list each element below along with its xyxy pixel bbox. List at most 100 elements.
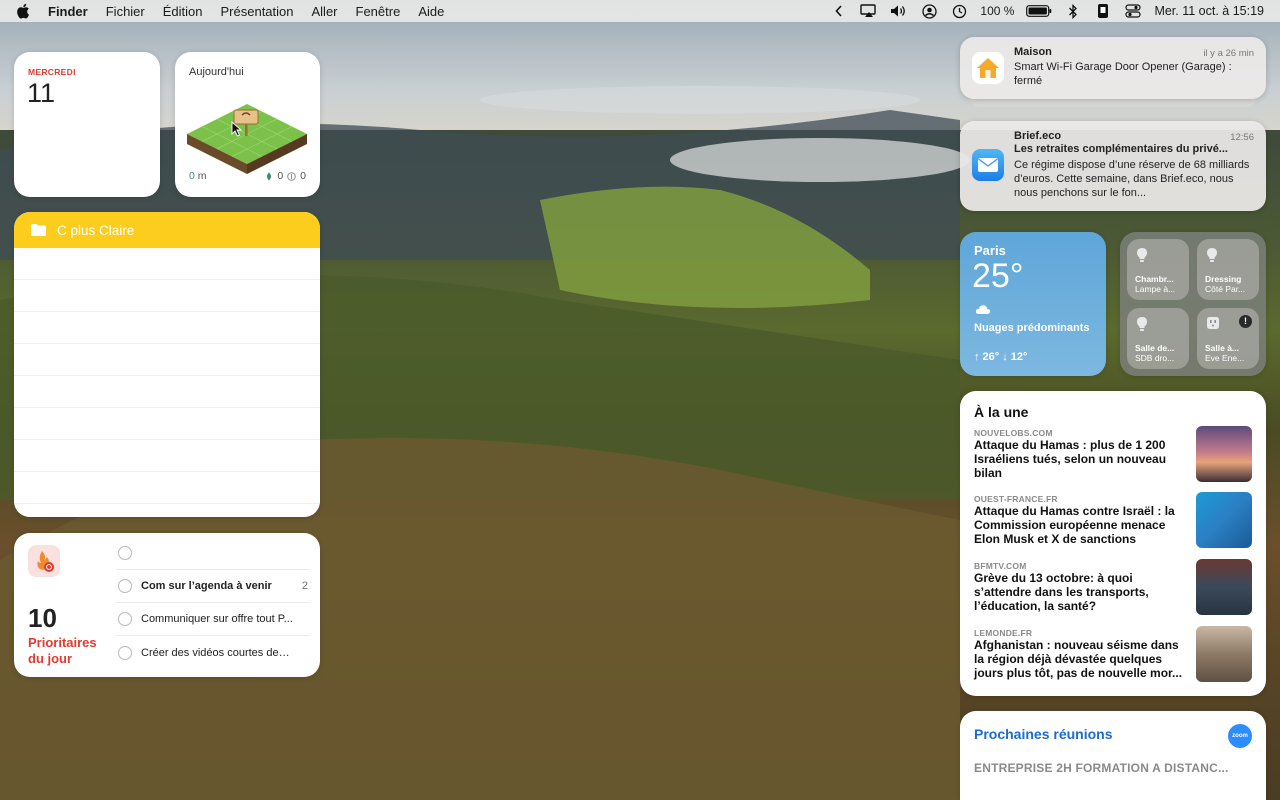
flame-list-icon (28, 545, 60, 577)
news-thumbnail (1196, 426, 1252, 482)
news-title: À la une (974, 404, 1029, 420)
reminder-text: Com sur l’agenda à venir (141, 580, 272, 592)
menu-bar: Finder Fichier Édition Présentation Alle… (0, 0, 1280, 22)
light-bulb-icon (1137, 248, 1147, 262)
meetings-title: Prochaines réunions (974, 726, 1113, 742)
news-item[interactable]: NOUVELOBS.COM Attaque du Hamas : plus de… (974, 426, 1252, 488)
mail-app-icon (972, 149, 1004, 181)
menu-aide[interactable]: Aide (418, 4, 444, 19)
home-tile-room: Chambr... (1135, 274, 1174, 284)
reminder-text: Communiquer sur offre tout P... (141, 613, 293, 625)
battery-percent: 100 % (980, 4, 1015, 18)
meeting-name[interactable]: ENTREPRISE 2H FORMATION A DISTANC... (974, 761, 1254, 775)
reminder-checkbox[interactable] (118, 645, 132, 660)
reminder-checkbox[interactable] (118, 546, 132, 560)
notification-title: Les retraites complémentaires du privé..… (1014, 143, 1228, 155)
apple-icon[interactable] (16, 3, 34, 19)
home-tile-accessory: SDB dro... (1135, 353, 1175, 363)
news-source: NOUVELOBS.COM (974, 428, 1053, 438)
calendar-widget[interactable]: MERCREDI 11 (14, 52, 160, 197)
home-tile[interactable]: Dressing Côté Par... (1197, 239, 1259, 300)
home-tile[interactable]: Chambr... Lampe à... (1127, 239, 1189, 300)
news-item[interactable]: OUEST-FRANCE.FR Attaque du Hamas contre … (974, 492, 1252, 554)
news-thumbnail (1196, 492, 1252, 548)
reminders-list: Com sur l’agenda à venir 2 Communiquer s… (116, 537, 310, 669)
warning-icon: ! (1239, 315, 1252, 328)
notification-home[interactable]: Maison il y a 26 min Smart Wi-Fi Garage … (960, 37, 1266, 99)
news-source: LEMONDE.FR (974, 628, 1033, 638)
weather-condition: Nuages prédominants (974, 322, 1090, 334)
home-tile-accessory: Lampe à... (1135, 284, 1176, 294)
screen-mirror-icon[interactable] (860, 2, 878, 20)
menu-aller[interactable]: Aller (312, 4, 338, 19)
menu-edition[interactable]: Édition (163, 4, 203, 19)
today-widget[interactable]: Aujourd'hui 0 m 0 0 (175, 52, 320, 197)
home-tile-room: Salle de... (1135, 343, 1175, 353)
news-source: OUEST-FRANCE.FR (974, 494, 1058, 504)
news-headline: Attaque du Hamas contre Israël : la Comm… (974, 504, 1175, 546)
power-outlet-icon (1207, 317, 1219, 329)
menu-finder[interactable]: Finder (48, 4, 88, 19)
leaf-icon (267, 172, 272, 180)
home-tile-accessory: Côté Par... (1205, 284, 1246, 294)
reminder-checkbox[interactable] (118, 579, 132, 593)
notes-folder-name: C plus Claire (57, 222, 135, 238)
reminder-subtask-count: 2 (301, 580, 308, 592)
reminder-item[interactable]: Créer des vidéos courtes des... (116, 636, 310, 669)
home-tile-room: Salle à... (1205, 343, 1240, 353)
phone-icon[interactable] (1094, 2, 1112, 20)
news-item[interactable]: BFMTV.COM Grève du 13 octobre: à quoi s’… (974, 559, 1252, 621)
reminder-item[interactable]: Communiquer sur offre tout P... (116, 603, 310, 636)
home-tile-room: Dressing (1205, 274, 1242, 284)
notification-message: Smart Wi-Fi Garage Door Opener (Garage) … (1014, 61, 1232, 87)
weather-widget[interactable]: Paris 25° Nuages prédominants ↑ 26° ↓ 12… (960, 232, 1106, 376)
menu-clock[interactable]: Mer. 11 oct. à 15:19 (1154, 4, 1264, 18)
time-machine-icon[interactable] (950, 2, 968, 20)
light-bulb-icon (1137, 317, 1147, 331)
notification-mail[interactable]: Brief.eco 12:56 Les retraites complément… (960, 121, 1266, 211)
distance-readout: 0 m (189, 170, 207, 182)
news-thumbnail (1196, 626, 1252, 682)
menu-presentation[interactable]: Présentation (221, 4, 294, 19)
reminders-widget[interactable]: 10 Prioritaires du jour Com sur l’agenda… (14, 533, 320, 677)
control-center-icon[interactable] (1124, 2, 1142, 20)
news-item[interactable]: LEMONDE.FR Afghanistan : nouveau séisme … (974, 626, 1252, 688)
upcoming-meetings-widget[interactable]: Prochaines réunions zoom ENTREPRISE 2H F… (960, 711, 1266, 800)
reminders-count: 10 (28, 603, 57, 633)
user-icon[interactable] (920, 2, 938, 20)
volume-icon[interactable] (890, 2, 908, 20)
notification-app-name: Brief.eco (1014, 130, 1062, 142)
stat-leaf-count: 0 (277, 170, 284, 182)
reminder-checkbox[interactable] (118, 612, 132, 626)
notes-list-area (14, 248, 320, 517)
notification-time: 12:56 (1230, 132, 1254, 143)
menu-fenetre[interactable]: Fenêtre (356, 4, 401, 19)
notification-time: il y a 26 min (1203, 48, 1254, 59)
news-headline: Grève du 13 octobre: à quoi s’attendre d… (974, 571, 1149, 613)
news-source: BFMTV.COM (974, 561, 1027, 571)
zoom-icon: zoom (1228, 724, 1252, 748)
mouse-pointer-icon (231, 121, 243, 137)
notes-folder-widget[interactable]: C plus Claire (14, 212, 320, 517)
news-widget: À la une NOUVELOBS.COM Attaque du Hamas … (960, 391, 1266, 696)
today-title: Aujourd'hui (189, 66, 244, 78)
home-accessories-widget: Chambr... Lampe à... Dressing Côté Par..… (1120, 232, 1266, 376)
home-tile[interactable]: ! Salle à... Eve Ene... (1197, 308, 1259, 369)
calendar-day: MERCREDI (28, 67, 76, 77)
notes-folder-header[interactable]: C plus Claire (14, 212, 320, 248)
chevron-left-icon[interactable] (830, 2, 848, 20)
folder-icon (31, 224, 46, 236)
cloud-icon (975, 305, 991, 314)
reminder-text: Créer des vidéos courtes des... (141, 646, 293, 659)
seed-icon (287, 171, 296, 181)
reminder-item[interactable] (116, 537, 310, 570)
notification-app-name: Maison (1014, 46, 1052, 58)
light-bulb-icon (1207, 248, 1217, 262)
battery-icon[interactable] (1026, 2, 1052, 20)
weather-high-low: ↑ 26° ↓ 12° (974, 351, 1028, 363)
home-tile[interactable]: Salle de... SDB dro... (1127, 308, 1189, 369)
reminder-item[interactable]: Com sur l’agenda à venir 2 (116, 570, 310, 603)
bluetooth-icon[interactable] (1064, 2, 1082, 20)
notification-message: Ce régime dispose d’une réserve de 68 mi… (1014, 159, 1250, 199)
menu-fichier[interactable]: Fichier (106, 4, 145, 19)
